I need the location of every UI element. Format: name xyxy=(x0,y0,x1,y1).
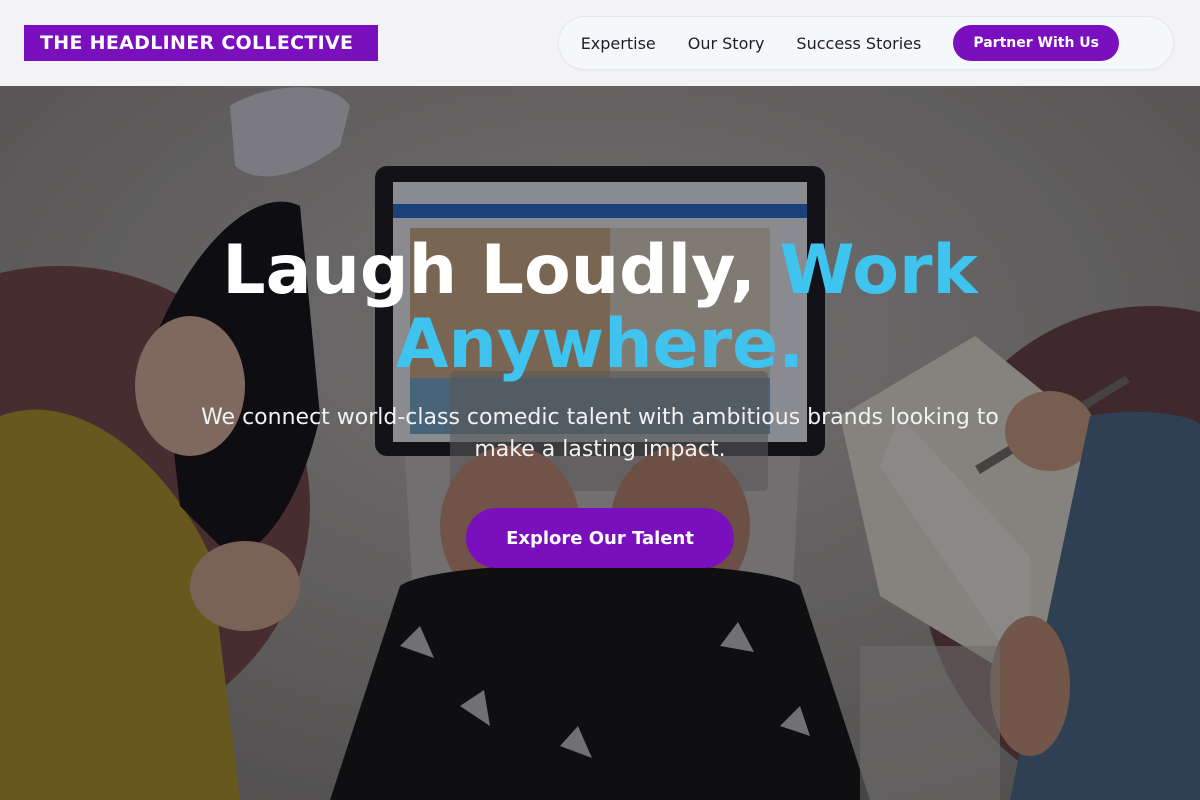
hero-content: Laugh Loudly, Work Anywhere. We connect … xyxy=(0,86,1200,800)
hero-section: Laugh Loudly, Work Anywhere. We connect … xyxy=(0,86,1200,800)
hero-headline: Laugh Loudly, Work Anywhere. xyxy=(160,234,1040,382)
nav-link-our-story[interactable]: Our Story xyxy=(688,34,765,53)
logo[interactable]: THE HEADLINER COLLECTIVE xyxy=(24,25,378,61)
nav-link-success-stories[interactable]: Success Stories xyxy=(796,34,921,53)
partner-with-us-button[interactable]: Partner With Us xyxy=(953,25,1119,61)
nav-link-expertise[interactable]: Expertise xyxy=(581,34,656,53)
site-header: THE HEADLINER COLLECTIVE Expertise Our S… xyxy=(0,0,1200,86)
explore-our-talent-button[interactable]: Explore Our Talent xyxy=(466,508,734,568)
hero-subtitle: We connect world-class comedic talent wi… xyxy=(201,405,999,462)
headline-white-text: Laugh Loudly, xyxy=(222,231,780,310)
main-nav: Expertise Our Story Success Stories Part… xyxy=(557,16,1174,70)
